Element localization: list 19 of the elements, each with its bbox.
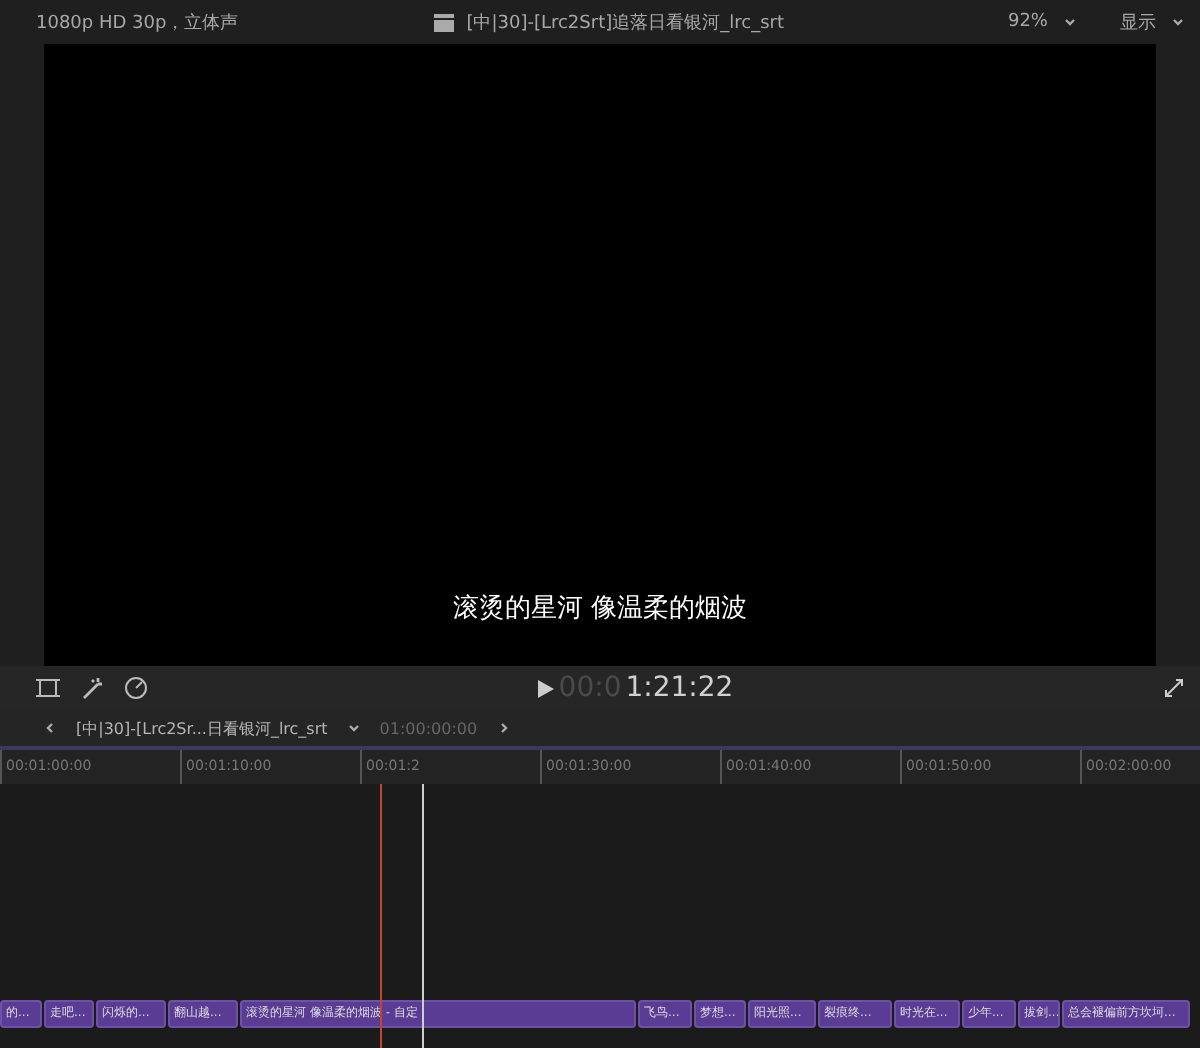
format-label: 1080p HD 30p，立体声 (36, 11, 239, 35)
transform-icon[interactable] (36, 676, 60, 700)
speedometer-icon[interactable] (124, 676, 148, 700)
magic-wand-icon[interactable] (80, 676, 104, 700)
project-title: [中|30]-[Lrc2Srt]追落日看银河_lrc_srt (466, 11, 784, 35)
project-menu[interactable]: [中|30]-[Lrc2Sr...日看银河_lrc_srt (76, 717, 328, 739)
view-menu[interactable]: 显示 (1120, 9, 1156, 35)
zoom-menu[interactable]: 92% (1007, 12, 1048, 32)
subtitle-text: 滚烫的星河 像温柔的烟波 (452, 592, 748, 626)
timecode: 1:21:22 (625, 672, 734, 704)
forward-icon[interactable] (497, 722, 510, 734)
fullscreen-icon[interactable] (1164, 678, 1184, 698)
chevron-down-icon[interactable] (1172, 16, 1184, 28)
clapper-icon (434, 13, 455, 31)
start-timecode: 01:00:00:00 (379, 719, 478, 737)
back-icon[interactable] (44, 722, 56, 734)
chevron-down-icon[interactable] (1064, 16, 1076, 28)
play-icon[interactable] (538, 679, 555, 697)
chevron-down-icon[interactable] (347, 722, 360, 734)
